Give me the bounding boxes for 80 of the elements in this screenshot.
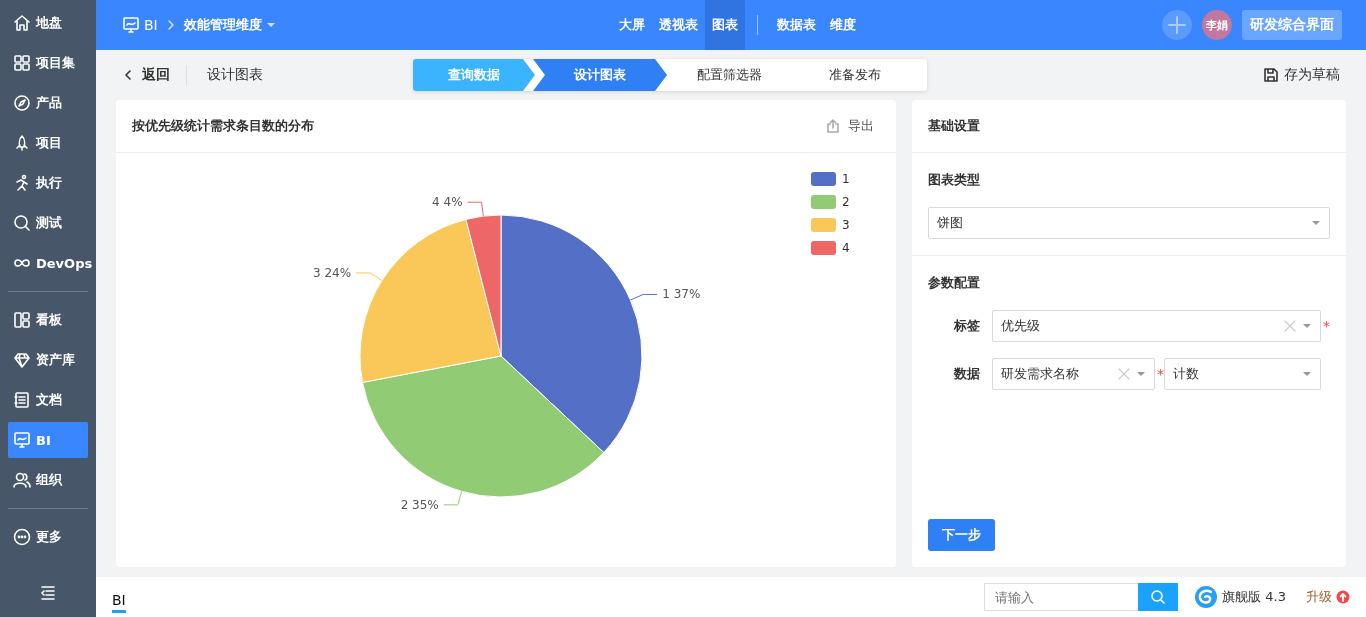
add-button[interactable]	[1162, 10, 1192, 40]
collapse-icon	[39, 584, 57, 602]
panel-title: 基础设置	[928, 117, 980, 135]
chart-title: 按优先级统计需求条目数的分布	[132, 117, 314, 135]
pie-slice[interactable]	[359, 218, 502, 383]
leader-line	[467, 201, 484, 217]
sidebar-item[interactable]: 组织	[8, 462, 88, 498]
select-field[interactable]: 计数	[1164, 358, 1321, 390]
back-link[interactable]: 返回	[124, 66, 170, 84]
search-icon	[1150, 589, 1167, 605]
upgrade-link[interactable]: 升级	[1306, 588, 1350, 606]
nav-tab[interactable]: 图表	[705, 0, 745, 50]
leader-line	[443, 490, 463, 506]
next-button[interactable]: 下一步	[928, 519, 995, 551]
caret-down-icon	[1311, 220, 1321, 226]
step[interactable]: 配置筛选器	[665, 59, 793, 91]
rocket-icon	[13, 134, 31, 152]
monitor-icon	[13, 431, 31, 449]
legend-item[interactable]: 4	[811, 241, 850, 255]
search-button[interactable]	[1138, 583, 1179, 611]
house-icon	[13, 14, 31, 32]
leader-line	[629, 293, 658, 301]
required-asterisk: *	[1156, 366, 1164, 382]
board-icon	[13, 311, 31, 329]
search-field[interactable]: 请输入	[984, 583, 1139, 611]
slice-label: 1 37%	[662, 287, 701, 302]
sidebar-item[interactable]: 测试	[8, 205, 88, 241]
edition-link[interactable]: 旗舰版 4.3	[1194, 585, 1286, 609]
caret-down-icon	[1302, 323, 1312, 329]
grid-icon	[13, 54, 31, 72]
field-label: 标签	[953, 317, 981, 335]
select-field[interactable]: 优先级	[992, 310, 1321, 342]
magnifier-icon	[13, 214, 31, 232]
diamond-icon	[13, 351, 31, 369]
page-title: 设计图表	[207, 66, 264, 84]
select-field[interactable]: 研发需求名称	[992, 358, 1155, 390]
sidebar-item[interactable]: 执行	[8, 165, 88, 201]
field-label: 数据	[953, 365, 981, 383]
pie-slice[interactable]	[362, 355, 605, 498]
ellipsis-circle-icon	[13, 528, 31, 546]
people-icon	[13, 471, 31, 489]
sidebar-item[interactable]: 项目	[8, 125, 88, 161]
select-field[interactable]: 饼图	[928, 207, 1330, 239]
save-draft-button[interactable]: 存为草稿	[1263, 66, 1340, 84]
up-arrow-circle-icon	[1336, 590, 1350, 604]
sidebar-item[interactable]: 资产库	[8, 342, 88, 378]
sidebar-item[interactable]: 文档	[8, 382, 88, 418]
slice-label: 3 24%	[313, 265, 352, 280]
compass-icon	[13, 94, 31, 112]
section-title: 参数配置	[928, 274, 981, 292]
legend-item[interactable]: 3	[811, 218, 850, 232]
section-title: 图表类型	[928, 171, 981, 189]
pie-slice[interactable]	[465, 214, 502, 357]
caret-down-icon	[1302, 371, 1312, 377]
slice-label: 4 4%	[432, 195, 463, 210]
required-asterisk: *	[1322, 318, 1330, 334]
step[interactable]: 设计图表	[533, 59, 667, 91]
sidebar-item[interactable]: 项目集	[8, 45, 88, 81]
sidebar-item[interactable]: 看板	[8, 302, 88, 338]
slice-label: 2 35%	[400, 497, 439, 512]
legend-item[interactable]: 1	[811, 172, 850, 186]
footer-tab[interactable]: BI	[112, 585, 126, 613]
sidebar-item[interactable]: 地盘	[8, 5, 88, 41]
leader-line	[355, 272, 383, 281]
export-button[interactable]: 导出	[826, 117, 874, 135]
chevron-right-icon	[165, 19, 176, 31]
legend-item[interactable]: 2	[811, 195, 850, 209]
swirl-logo-icon	[1194, 585, 1219, 609]
notebook-icon	[13, 391, 31, 409]
sidebar-item[interactable]: 更多	[8, 519, 88, 555]
monitor-icon	[122, 16, 140, 34]
caret-down-icon	[265, 22, 276, 28]
pie-slice[interactable]	[500, 214, 643, 453]
runner-icon	[13, 174, 31, 192]
plus-icon	[1167, 15, 1187, 35]
caret-down-icon	[1136, 371, 1146, 377]
step[interactable]: 准备发布	[791, 59, 919, 91]
sidebar-item[interactable]: 产品	[8, 85, 88, 121]
chevron-left-icon	[124, 69, 132, 81]
share-icon	[826, 119, 840, 133]
